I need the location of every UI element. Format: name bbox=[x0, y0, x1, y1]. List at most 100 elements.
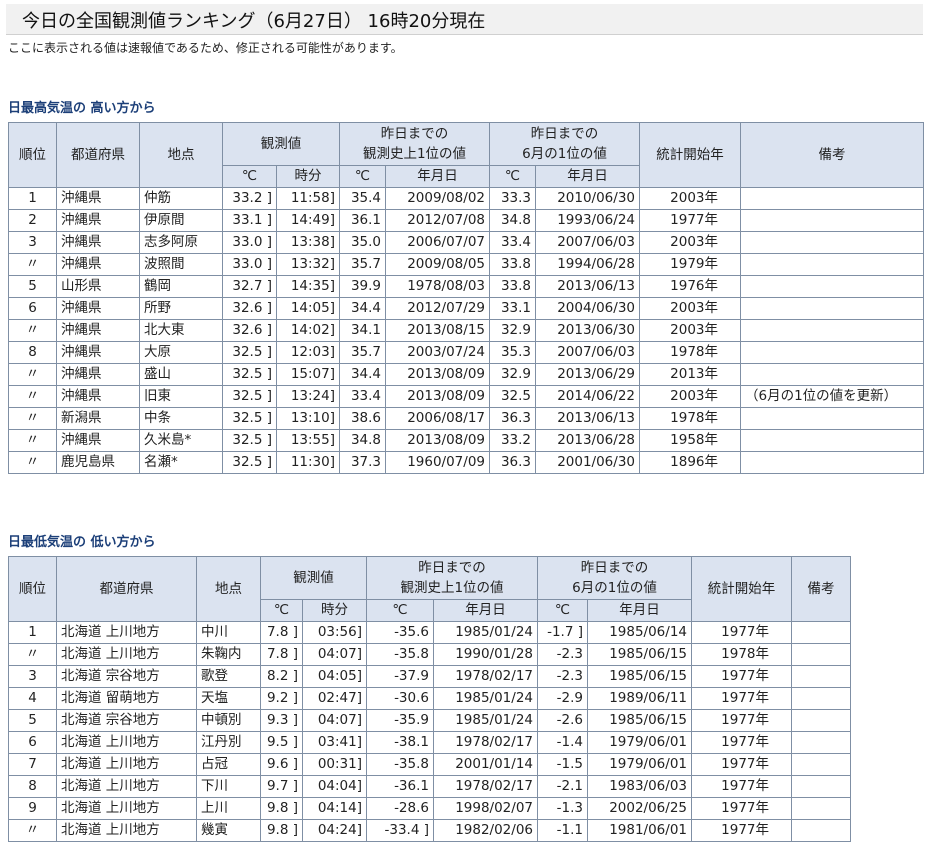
cell-place: 北大東 bbox=[139, 319, 223, 342]
title-bar: 今日の全国観測値ランキング（6月27日） 16時20分現在 bbox=[6, 4, 923, 35]
cell-hist-temp: -38.1 bbox=[366, 731, 434, 754]
cell-pref: 北海道 上川地方 bbox=[56, 797, 197, 820]
cell-june-date: 2013/06/30 bbox=[535, 319, 640, 342]
cell-rank: 〃 bbox=[8, 385, 57, 408]
table-row: 〃沖縄県 旧東 32.5 ] 13:24] 33.4 2013/08/09 32.5 2014… bbox=[8, 385, 924, 408]
cell-hist-date: 2012/07/08 bbox=[385, 209, 490, 232]
cell-pref: 沖縄県 bbox=[56, 385, 140, 408]
cell-place: 中条 bbox=[139, 407, 223, 430]
table-row: 9 北海道 上川地方 上川 9.8 ] 04:14] -28.6 1998/02/07 -1.… bbox=[8, 797, 851, 820]
subcol-hist-date: 年月日 bbox=[385, 165, 490, 188]
cell-time: 13:32] bbox=[276, 253, 340, 276]
table-row: 5 北海道 宗谷地方 中頓別 9.3 ] 04:07] -35.9 1985/01/24 -2… bbox=[8, 709, 851, 732]
cell-hist-temp: -37.9 bbox=[366, 665, 434, 688]
cell-june-temp: 32.9 bbox=[489, 363, 536, 386]
cell-june-date: 1994/06/28 bbox=[535, 253, 640, 276]
col-start: 統計開始年 bbox=[639, 122, 741, 188]
cell-hist-date: 1985/01/24 bbox=[433, 621, 538, 644]
cell-rank: 〃 bbox=[8, 319, 57, 342]
col-pref: 都道府県 bbox=[56, 122, 140, 188]
cell-june-date: 1985/06/15 bbox=[587, 709, 692, 732]
table-row: 5 山形県 鶴岡 32.7 ] 14:35] 39.9 1978/08/03 33.8 2013… bbox=[8, 275, 924, 298]
cell-june-temp: -2.9 bbox=[537, 687, 588, 710]
cell-pref: 沖縄県 bbox=[56, 253, 140, 276]
cell-june-temp: 36.3 bbox=[489, 407, 536, 430]
cell-june-date: 1981/06/01 bbox=[587, 819, 692, 842]
table-row: 〃北海道 上川地方 幾寅 9.8 ] 04:24] -33.4 ] 1982/02/06-… bbox=[8, 819, 851, 842]
subcol-june-deg: ℃ bbox=[489, 165, 536, 188]
page-title: 今日の全国観測値ランキング（6月27日） 16時20分現在 bbox=[22, 11, 486, 32]
cell-june-temp: 35.3 bbox=[489, 341, 536, 364]
cell-june-temp: -1.7 ] bbox=[537, 621, 588, 644]
cell-june-date: 2004/06/30 bbox=[535, 297, 640, 320]
table-row: 6 沖縄県 所野 32.6 ] 14:05] 34.4 2012/07/29 33.1 2004… bbox=[8, 297, 924, 320]
cell-june-date: 1983/06/03 bbox=[587, 775, 692, 798]
cell-place: 中川 bbox=[196, 621, 261, 644]
cell-hist-temp: 39.9 bbox=[339, 275, 386, 298]
cell-time: 04:24] bbox=[302, 819, 367, 842]
cell-pref: 北海道 上川地方 bbox=[56, 753, 197, 776]
col-june: 昨日までの 6月の1位の値 bbox=[489, 122, 640, 166]
cell-time: 14:05] bbox=[276, 297, 340, 320]
cell-hist-temp: 37.3 bbox=[339, 451, 386, 474]
cell-start: 1896年 bbox=[639, 451, 741, 474]
cell-pref: 沖縄県 bbox=[56, 209, 140, 232]
cell-pref: 北海道 上川地方 bbox=[56, 643, 197, 666]
cell-start: 1978年 bbox=[639, 341, 741, 364]
cell-note bbox=[740, 451, 924, 474]
table-row: 3 沖縄県 志多阿原 33.0 ] 13:38] 35.0 2006/07/07 33.4 20… bbox=[8, 231, 924, 254]
table-row: 1 沖縄県 仲筋 33.2 ] 11:58] 35.4 2009/08/02 33.3 2010… bbox=[8, 187, 924, 210]
cell-temp: 32.5 ] bbox=[222, 407, 277, 430]
cell-time: 11:30] bbox=[276, 451, 340, 474]
cell-rank: 5 bbox=[8, 275, 57, 298]
cell-start: 1977年 bbox=[691, 665, 792, 688]
table-row: 〃沖縄県 北大東 32.6 ] 14:02] 34.1 2013/08/15 32.9 201… bbox=[8, 319, 924, 342]
cell-june-temp: -2.1 bbox=[537, 775, 588, 798]
cell-pref: 沖縄県 bbox=[56, 297, 140, 320]
cell-start: 1977年 bbox=[691, 797, 792, 820]
cell-temp: 32.6 ] bbox=[222, 319, 277, 342]
cell-note bbox=[740, 275, 924, 298]
cell-temp: 33.1 ] bbox=[222, 209, 277, 232]
cell-note bbox=[791, 709, 851, 732]
cell-start: 1976年 bbox=[639, 275, 741, 298]
col-note: 備考 bbox=[740, 122, 924, 188]
subcol-deg: ℃ bbox=[222, 165, 277, 188]
cell-june-temp: -1.5 bbox=[537, 753, 588, 776]
high-temp-rows: 1 沖縄県 仲筋 33.2 ] 11:58] 35.4 2009/08/02 33.3 2010… bbox=[8, 187, 924, 474]
cell-temp: 9.6 ] bbox=[260, 753, 303, 776]
cell-note bbox=[791, 687, 851, 710]
subcol-deg: ℃ bbox=[260, 599, 303, 622]
col-start: 統計開始年 bbox=[691, 556, 792, 622]
cell-temp: 9.3 ] bbox=[260, 709, 303, 732]
cell-june-date: 2001/06/30 bbox=[535, 451, 640, 474]
col-place: 地点 bbox=[196, 556, 261, 622]
low-temp-rows: 1 北海道 上川地方 中川 7.8 ] 03:56] -35.6 1985/01/24 -1.… bbox=[8, 621, 851, 842]
cell-note bbox=[740, 187, 924, 210]
cell-place: 鶴岡 bbox=[139, 275, 223, 298]
cell-hist-temp: -35.8 bbox=[366, 643, 434, 666]
col-obs: 観測値 bbox=[222, 122, 340, 166]
cell-rank: 1 bbox=[8, 187, 57, 210]
cell-note bbox=[740, 363, 924, 386]
cell-rank: 4 bbox=[8, 687, 57, 710]
cell-rank: 1 bbox=[8, 621, 57, 644]
cell-june-temp: 33.4 bbox=[489, 231, 536, 254]
cell-temp: 9.8 ] bbox=[260, 819, 303, 842]
subcol-june-date: 年月日 bbox=[535, 165, 640, 188]
cell-hist-temp: -30.6 bbox=[366, 687, 434, 710]
cell-june-temp: 36.3 bbox=[489, 451, 536, 474]
col-hist-top: 昨日までの bbox=[418, 560, 486, 576]
cell-june-temp: 33.2 bbox=[489, 429, 536, 452]
table-row: 〃沖縄県 波照間 33.0 ] 13:32] 35.7 2009/08/05 33.8 199… bbox=[8, 253, 924, 276]
cell-note bbox=[740, 429, 924, 452]
cell-june-date: 1993/06/24 bbox=[535, 209, 640, 232]
cell-time: 13:38] bbox=[276, 231, 340, 254]
table-row: 7 北海道 上川地方 占冠 9.6 ] 00:31] -35.8 2001/01/14 -1.… bbox=[8, 753, 851, 776]
cell-hist-date: 1978/02/17 bbox=[433, 665, 538, 688]
table-row: 8 北海道 上川地方 下川 9.7 ] 04:04] -36.1 1978/02/17 -2.… bbox=[8, 775, 851, 798]
cell-hist-temp: 34.4 bbox=[339, 297, 386, 320]
cell-june-date: 1985/06/15 bbox=[587, 665, 692, 688]
cell-temp: 33.2 ] bbox=[222, 187, 277, 210]
section-title-high: 日最高気温の 高い方から bbox=[8, 101, 156, 116]
